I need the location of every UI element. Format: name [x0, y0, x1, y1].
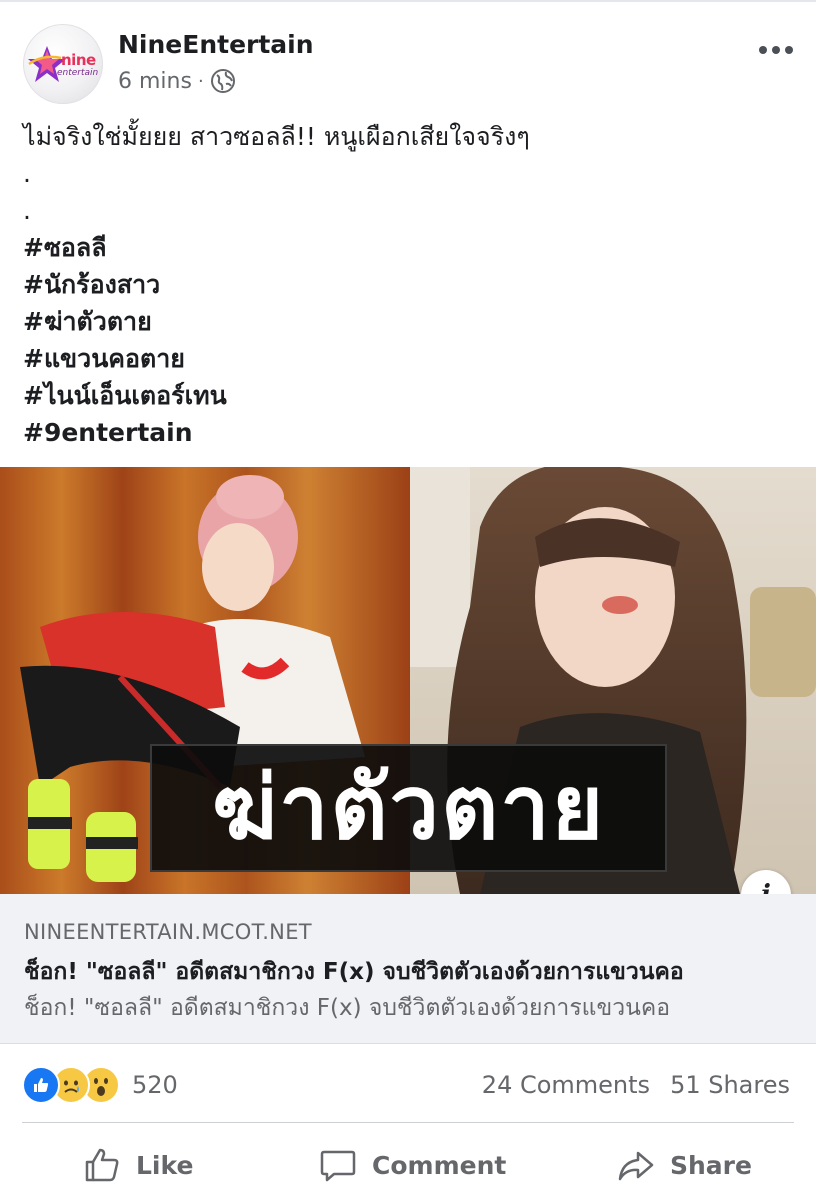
meta-separator: · — [197, 70, 204, 92]
caption-line: . — [23, 196, 31, 225]
action-divider — [22, 1122, 794, 1123]
like-label: Like — [136, 1150, 194, 1180]
page-avatar[interactable]: nine entertain — [23, 24, 103, 104]
more-options-button[interactable] — [752, 32, 800, 68]
globe-icon[interactable] — [210, 68, 236, 94]
hashtag-link[interactable]: #ฆ่าตัวตาย — [23, 303, 793, 340]
reaction-count: 520 — [132, 1071, 178, 1099]
like-button[interactable]: Like — [82, 1140, 193, 1190]
hashtag-link[interactable]: #9entertain — [23, 414, 793, 451]
link-preview[interactable]: NINEENTERTAIN.MCOT.NET ช็อก! "ซอลลี" อดี… — [0, 894, 816, 1044]
more-dot-icon — [759, 46, 767, 54]
share-label: Share — [670, 1150, 752, 1180]
hashtag-link[interactable]: #นักร้องสาว — [23, 266, 793, 303]
reactions-summary[interactable]: 520 — [22, 1066, 178, 1104]
share-arrow-icon — [618, 1151, 654, 1181]
comment-bubble-icon — [320, 1150, 356, 1182]
top-border — [0, 0, 816, 2]
caption-line: ไม่จริงใช่มั้ยยย สาวซอลลี!! หนูเผือกเสีย… — [23, 122, 530, 151]
hashtag-link[interactable]: #แขวนคอตาย — [23, 340, 793, 377]
like-icon — [22, 1066, 60, 1104]
image-overlay-banner: ฆ่าตัวตาย — [150, 744, 667, 872]
post-time[interactable]: 6 mins — [118, 69, 192, 94]
image-overlay-text: ฆ่าตัวตาย — [211, 756, 606, 859]
comment-button[interactable]: Comment — [318, 1140, 506, 1190]
more-dot-icon — [772, 46, 780, 54]
comment-label: Comment — [372, 1150, 507, 1180]
hashtag-link[interactable]: #ไนน์เอ็นเตอร์เทน — [23, 377, 793, 414]
hashtag-link[interactable]: #ซอลลี — [23, 229, 793, 266]
engagement-stats: 24 Comments 51 Shares — [482, 1068, 790, 1102]
post-meta: 6 mins · — [118, 66, 236, 96]
post-caption: ไม่จริงใช่มั้ยยย สาวซอลลี!! หนูเผือกเสีย… — [23, 118, 793, 451]
link-description: ช็อก! "ซอลลี" อดีตสมาชิกวง F(x) จบชีวิตต… — [24, 995, 671, 1021]
avatar-logo-text: nine — [61, 51, 96, 69]
share-button[interactable]: Share — [616, 1140, 752, 1190]
more-dot-icon — [785, 46, 793, 54]
shares-count-link[interactable]: 51 Shares — [670, 1071, 790, 1099]
comments-count-link[interactable]: 24 Comments — [482, 1071, 650, 1099]
page-name[interactable]: NineEntertain — [118, 30, 314, 59]
avatar-logo-subtext: entertain — [57, 68, 99, 78]
caption-line: . — [23, 159, 31, 188]
thumbs-up-icon — [85, 1148, 119, 1182]
post-image[interactable]: ฆ่าตัวตาย i — [0, 467, 816, 894]
link-title: ช็อก! "ซอลลี" อดีตสมาชิกวง F(x) จบชีวิตต… — [24, 959, 684, 985]
link-domain: NINEENTERTAIN.MCOT.NET — [24, 920, 312, 944]
